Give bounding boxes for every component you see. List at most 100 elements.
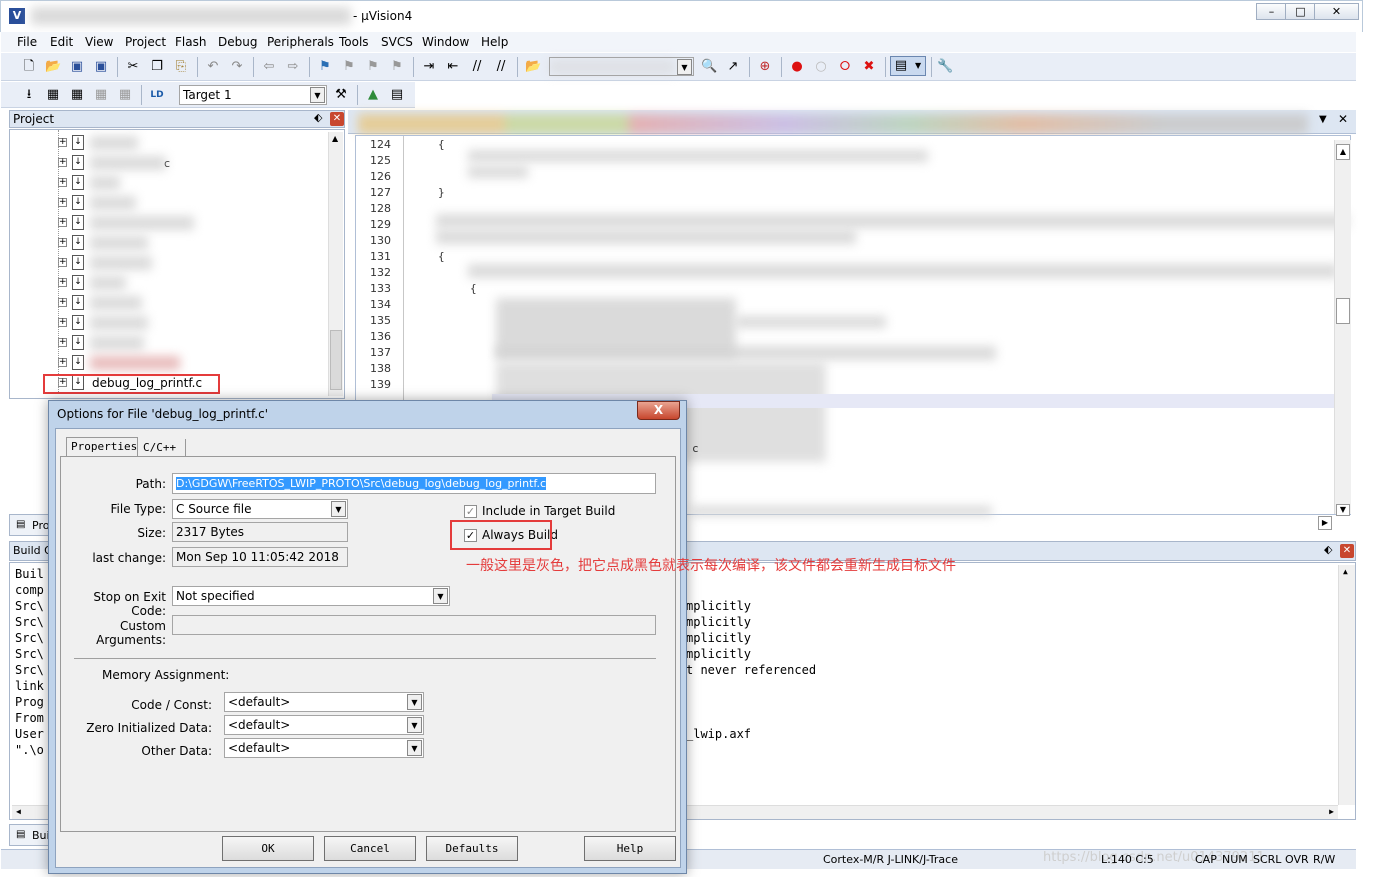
annotation-text: 一般这里是灰色，把它点成黑色就表示每次编译，该文件都会重新生成目标文件 xyxy=(466,558,956,574)
comment-icon[interactable]: // xyxy=(469,59,485,75)
custom-args-field[interactable] xyxy=(172,615,656,635)
project-scrollbar[interactable]: ▲ xyxy=(328,132,343,396)
tab-build-output[interactable]: ▤ Bui xyxy=(9,824,50,846)
window-title: - μVision4 xyxy=(353,9,413,23)
kill-breakpoints-icon[interactable]: ✖ xyxy=(861,59,877,75)
open-folder-icon[interactable]: 📂 xyxy=(45,59,61,75)
zero-init-label: Zero Initialized Data: xyxy=(86,721,212,735)
clear-bookmarks-icon[interactable]: ⚑ xyxy=(389,59,405,75)
bookmark-icon[interactable]: ⚑ xyxy=(317,59,333,75)
cut-icon[interactable]: ✂ xyxy=(125,59,141,75)
menu-debug[interactable]: Debug xyxy=(218,35,257,49)
file-type-select[interactable]: C Source file ▼ xyxy=(172,499,348,519)
manage-components-icon[interactable]: ▲ xyxy=(365,87,381,103)
indent-icon[interactable]: ⇥ xyxy=(421,59,437,75)
code-brace: { xyxy=(438,138,445,151)
size-field: 2317 Bytes xyxy=(172,522,348,542)
menu-edit[interactable]: Edit xyxy=(50,35,73,49)
next-bookmark-icon[interactable]: ⚑ xyxy=(365,59,381,75)
other-data-select[interactable]: <default> ▼ xyxy=(224,738,424,758)
editor-hscroll-right[interactable]: ▶ xyxy=(1318,516,1332,530)
menu-flash[interactable]: Flash xyxy=(175,35,206,49)
file-type-label: File Type: xyxy=(110,502,167,516)
maximize-button[interactable]: □ xyxy=(1285,3,1316,20)
project-panel-title: Project xyxy=(13,112,55,126)
file-icon: ↓ xyxy=(72,155,84,170)
menu-tools[interactable]: Tools xyxy=(339,35,369,49)
menu-project[interactable]: Project xyxy=(125,35,166,49)
window-layout-button[interactable]: ▤ ▼ xyxy=(890,56,926,76)
defaults-button[interactable]: Defaults xyxy=(426,836,518,861)
blurred-title-path xyxy=(31,7,351,25)
select-packs-icon[interactable]: ▤ xyxy=(389,87,405,103)
uncomment-icon[interactable]: // xyxy=(493,59,509,75)
stop-build-icon[interactable]: ▦ xyxy=(117,87,133,103)
tab-c-cpp[interactable]: C/C++ xyxy=(140,439,186,457)
undo-icon[interactable]: ↶ xyxy=(205,59,221,75)
configuration-wrench-icon[interactable]: 🔧 xyxy=(937,59,953,75)
breakpoint-icon[interactable]: ● xyxy=(789,59,805,75)
redo-icon[interactable]: ↷ xyxy=(229,59,245,75)
build-vscrollbar[interactable]: ▲ xyxy=(1338,565,1355,805)
unindent-icon[interactable]: ⇤ xyxy=(445,59,461,75)
stop-on-exit-select[interactable]: Not specified ▼ xyxy=(172,586,450,606)
close-tab-icon[interactable]: ✕ xyxy=(1338,112,1348,126)
menu-help[interactable]: Help xyxy=(481,35,508,49)
navigate-forward-icon[interactable]: ⇨ xyxy=(285,59,301,75)
build-icon[interactable]: ▦ xyxy=(45,87,61,103)
file-icon: ↓ xyxy=(72,355,84,370)
window-layout-icon: ▤ xyxy=(894,58,908,73)
save-icon[interactable]: ▣ xyxy=(69,59,85,75)
close-panel-icon[interactable]: ✕ xyxy=(1340,544,1354,558)
disable-breakpoint-icon[interactable]: ○ xyxy=(813,59,829,75)
rebuild-icon[interactable]: ▦ xyxy=(69,87,85,103)
close-panel-icon[interactable]: ✕ xyxy=(330,112,344,126)
find-icon[interactable]: 🔍 xyxy=(701,59,717,75)
target-select[interactable]: Target 1 ▼ xyxy=(179,85,327,105)
status-scrl: SCRL xyxy=(1253,853,1282,866)
tab-project[interactable]: ▤ Pro xyxy=(9,514,49,536)
code-const-label: Code / Const: xyxy=(131,698,212,712)
dialog-close-button[interactable]: X xyxy=(637,401,680,420)
menu-svcs[interactable]: SVCS xyxy=(381,35,413,49)
file-icon: ↓ xyxy=(72,275,84,290)
help-button[interactable]: Help xyxy=(584,836,676,861)
save-all-icon[interactable]: ▣ xyxy=(93,59,109,75)
download-load-icon[interactable]: LD xyxy=(149,87,165,103)
code-brace: { xyxy=(438,250,445,263)
tab-list-icon[interactable]: ▼ xyxy=(1319,114,1327,125)
include-target-build-checkbox[interactable]: ✓ xyxy=(464,505,477,518)
minimize-button[interactable]: – xyxy=(1256,3,1287,20)
find-combo[interactable]: ▼ xyxy=(549,57,694,76)
paste-icon[interactable]: ⎘ xyxy=(173,59,189,75)
navigate-back-icon[interactable]: ⇦ xyxy=(261,59,277,75)
batch-build-icon[interactable]: ▦ xyxy=(93,87,109,103)
target-options-icon[interactable]: ⚒ xyxy=(333,87,349,103)
cancel-button[interactable]: Cancel xyxy=(324,836,416,861)
incremental-find-icon[interactable]: ↗ xyxy=(725,59,741,75)
copy-icon[interactable]: ❐ xyxy=(149,59,165,75)
ok-button[interactable]: OK xyxy=(222,836,314,861)
custom-args-label: Custom Arguments: xyxy=(96,619,166,647)
pin-icon[interactable]: ⬖ xyxy=(1324,543,1332,556)
zero-init-select[interactable]: <default> ▼ xyxy=(224,715,424,735)
menu-peripherals[interactable]: Peripherals xyxy=(267,35,334,49)
debug-start-icon[interactable]: ⊕ xyxy=(757,59,773,75)
tab-properties[interactable]: Properties xyxy=(66,437,138,457)
memory-assignment-title: Memory Assignment: xyxy=(102,668,230,682)
prev-bookmark-icon[interactable]: ⚑ xyxy=(341,59,357,75)
pin-icon[interactable]: ⬖ xyxy=(314,111,322,124)
find-in-files-icon[interactable]: 📂 xyxy=(525,59,541,75)
path-field[interactable]: D:\GDGW\FreeRTOS_LWIP_PROTO\Src\debug_lo… xyxy=(172,473,656,494)
menu-view[interactable]: View xyxy=(85,35,113,49)
code-const-select[interactable]: <default> ▼ xyxy=(224,692,424,712)
file-highlight-box xyxy=(43,374,220,394)
close-window-button[interactable]: ✕ xyxy=(1314,3,1359,20)
new-file-icon[interactable]: 🗋 xyxy=(21,59,37,75)
disable-all-breakpoints-icon[interactable]: ⭘ xyxy=(837,59,853,75)
menu-window[interactable]: Window xyxy=(422,35,469,49)
menu-file[interactable]: File xyxy=(17,35,37,49)
file-icon: ↓ xyxy=(72,215,84,230)
editor-vscrollbar[interactable]: ▲ ▼ xyxy=(1334,140,1351,516)
translate-icon[interactable]: ⭳ xyxy=(21,87,37,103)
